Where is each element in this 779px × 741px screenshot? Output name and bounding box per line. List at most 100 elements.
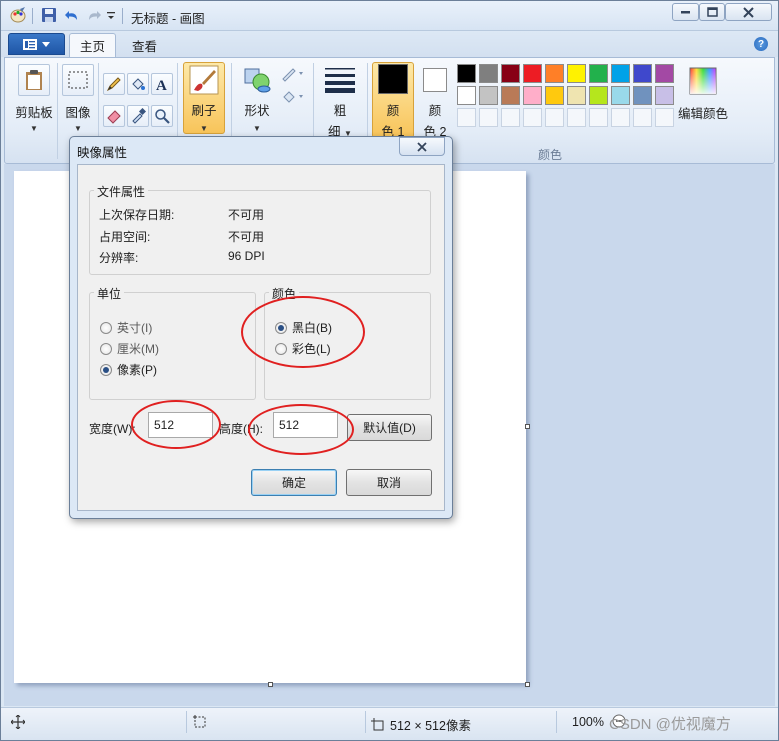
clipboard-button[interactable]: 剪贴板 ▼: [13, 64, 55, 133]
chevron-down-icon: ▼: [30, 124, 38, 133]
unit-cm-radio[interactable]: 厘米(M): [100, 340, 159, 357]
palette-swatch[interactable]: [501, 64, 520, 83]
tab-view[interactable]: 查看: [122, 33, 167, 57]
palette-swatch[interactable]: [567, 86, 586, 105]
color1-button[interactable]: 颜 色 1: [372, 64, 414, 140]
resize-handle-right[interactable]: [525, 424, 530, 429]
custom-palette-slot[interactable]: [567, 108, 586, 127]
custom-palette-slot[interactable]: [611, 108, 630, 127]
minimize-button[interactable]: [672, 3, 699, 21]
magnifier-tool[interactable]: [151, 105, 173, 127]
annotation-circle-width: [131, 400, 221, 449]
edit-colors-button[interactable]: 编辑颜色: [677, 65, 729, 122]
palette-swatch[interactable]: [611, 86, 630, 105]
palette-swatch[interactable]: [457, 64, 476, 83]
cancel-button[interactable]: 取消: [346, 469, 432, 496]
pencil-tool[interactable]: [103, 73, 125, 95]
paint-app-icon[interactable]: [9, 7, 27, 23]
shapes-label: 形状: [244, 104, 270, 118]
palette-swatch[interactable]: [523, 86, 542, 105]
last-saved-label: 上次保存日期:: [99, 208, 175, 222]
size-button[interactable]: 粗 细 ▼: [319, 64, 361, 140]
custom-palette-slot[interactable]: [589, 108, 608, 127]
palette-swatch[interactable]: [457, 86, 476, 105]
custom-palette-slot[interactable]: [655, 108, 674, 127]
custom-palette-slot[interactable]: [457, 108, 476, 127]
minimize-icon: [680, 11, 690, 14]
custom-palette-slot[interactable]: [523, 108, 542, 127]
selection-size-icon: [193, 715, 207, 729]
watermark: CSDN @优视魔方: [609, 716, 731, 733]
custom-palette-slot[interactable]: [501, 108, 520, 127]
brushes-button[interactable]: 刷子 ▼: [183, 64, 225, 133]
custom-palette-slot[interactable]: [545, 108, 564, 127]
color2-button[interactable]: 颜 色 2: [414, 64, 456, 140]
last-saved-value: 不可用: [228, 208, 265, 222]
palette-swatch[interactable]: [479, 64, 498, 83]
resize-handle-bottom[interactable]: [268, 682, 273, 687]
outline-icon[interactable]: [281, 66, 305, 85]
custom-palette-slot[interactable]: [479, 108, 498, 127]
palette-swatch[interactable]: [523, 64, 542, 83]
radio-indicator: [100, 342, 112, 355]
palette-swatch[interactable]: [633, 64, 652, 83]
color2-label-1: 颜: [428, 104, 442, 118]
radio-indicator: [100, 321, 112, 334]
redo-icon[interactable]: [86, 7, 102, 23]
palette-swatch[interactable]: [479, 86, 498, 105]
file-properties-legend: 文件属性: [94, 183, 149, 200]
unit-pixels-label: 像素(P): [117, 363, 157, 377]
unit-pixels-radio[interactable]: 像素(P): [100, 361, 157, 378]
text-tool[interactable]: A: [151, 73, 173, 95]
edit-colors-label: 编辑颜色: [677, 107, 728, 121]
help-icon[interactable]: ?: [754, 37, 768, 51]
palette-swatch[interactable]: [545, 64, 564, 83]
palette-swatch[interactable]: [655, 86, 674, 105]
resize-handle-corner[interactable]: [525, 682, 530, 687]
palette-swatch[interactable]: [545, 86, 564, 105]
fill-tool[interactable]: [127, 73, 149, 95]
radio-indicator: [100, 363, 112, 376]
image-size-text: 512 × 512像素: [390, 719, 471, 733]
undo-icon[interactable]: [64, 7, 80, 23]
resolution-value: 96 DPI: [228, 249, 265, 263]
shapes-button[interactable]: 形状 ▼: [237, 64, 277, 133]
title-bar: 无标题 - 画图: [1, 1, 778, 31]
disk-size-value: 不可用: [228, 230, 265, 244]
palette-swatch[interactable]: [501, 86, 520, 105]
save-icon[interactable]: [41, 7, 57, 23]
default-values-button[interactable]: 默认值(D): [347, 414, 432, 441]
custom-palette-slot[interactable]: [633, 108, 652, 127]
zoom-text: 100%: [572, 715, 604, 729]
pencil-icon: [106, 77, 121, 92]
close-icon: [743, 6, 754, 18]
palette-swatch[interactable]: [589, 86, 608, 105]
palette-swatch[interactable]: [567, 64, 586, 83]
palette-swatch[interactable]: [589, 64, 608, 83]
close-button[interactable]: [725, 3, 772, 21]
unit-inches-radio[interactable]: 英寸(I): [100, 319, 152, 336]
select-icon: [62, 64, 94, 96]
eraser-tool[interactable]: [103, 105, 125, 127]
palette-swatch[interactable]: [655, 64, 674, 83]
size-label-1: 粗: [333, 104, 347, 118]
tab-home[interactable]: 主页: [69, 33, 117, 57]
palette-swatch[interactable]: [611, 64, 630, 83]
customize-toolbar-icon[interactable]: [106, 10, 116, 22]
maximize-button[interactable]: [699, 3, 725, 21]
divider: [186, 711, 187, 733]
color-picker-tool[interactable]: [127, 105, 149, 127]
dialog-close-button[interactable]: [399, 137, 445, 156]
magnifier-icon: [155, 109, 170, 124]
colors-group-label: 颜色: [538, 148, 563, 162]
fill-style-icon[interactable]: [281, 89, 305, 108]
eraser-icon: [107, 110, 121, 124]
palette-swatch[interactable]: [633, 86, 652, 105]
ok-button[interactable]: 确定: [251, 469, 337, 496]
chevron-down-icon: ▼: [74, 124, 82, 133]
disk-size-label: 占用空间:: [99, 230, 151, 244]
image-button[interactable]: 图像 ▼: [59, 64, 97, 133]
width-label: 宽度(W):: [89, 422, 136, 436]
paint-menu-button[interactable]: [8, 33, 65, 55]
line-size-icon: [324, 64, 356, 96]
